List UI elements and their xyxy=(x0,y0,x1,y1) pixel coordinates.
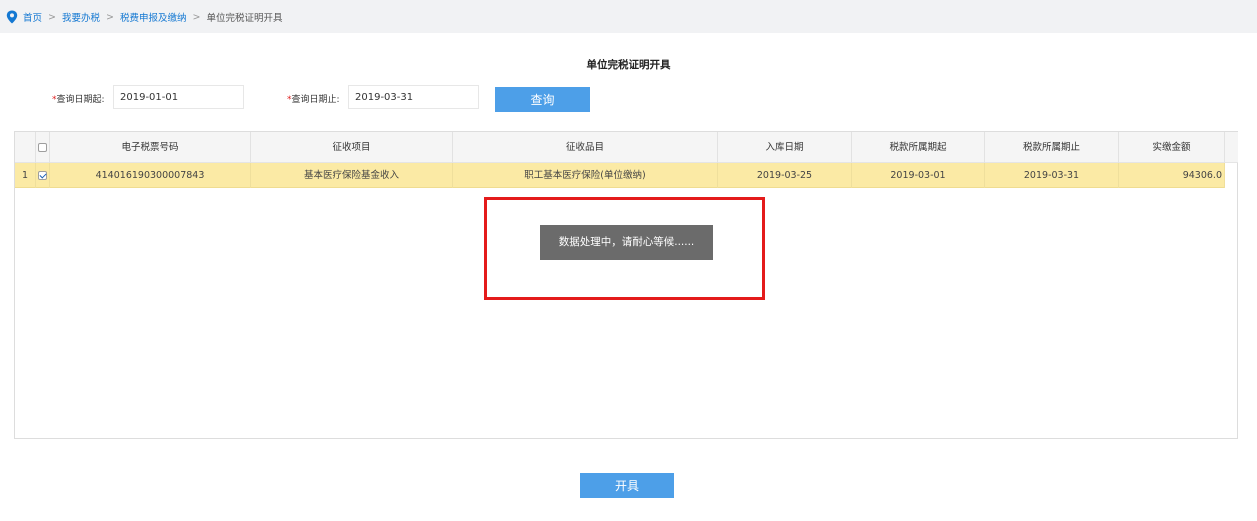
end-date-input[interactable] xyxy=(348,85,479,109)
start-date-label-text: 查询日期起: xyxy=(56,95,105,105)
column-header-levy-category[interactable]: 征收品目 xyxy=(453,132,718,163)
cell-ticket-number: 414016190300007843 xyxy=(50,163,251,188)
loading-toast: 数据处理中，请耐心等候...... xyxy=(540,225,713,260)
breadcrumb-separator: > xyxy=(192,11,201,23)
page-title: 单位完税证明开具 xyxy=(586,59,671,71)
cell-period-end: 2019-03-31 xyxy=(985,163,1119,188)
breadcrumb-separator: > xyxy=(48,11,56,23)
rownum-header xyxy=(15,132,36,163)
end-date-label: *查询日期止: xyxy=(287,92,340,105)
breadcrumb-separator: > xyxy=(106,11,114,23)
breadcrumb-declaration-link[interactable]: 税费申报及缴纳 xyxy=(120,10,187,24)
table-row[interactable]: 1 414016190300007843 基本医疗保险基金收入 职工基本医疗保险… xyxy=(15,163,1225,188)
issue-button[interactable]: 开具 xyxy=(580,473,674,498)
cell-levy-category: 职工基本医疗保险(单位缴纳) xyxy=(453,163,718,188)
cell-amount: 94306.0 xyxy=(1119,163,1225,188)
start-date-label: *查询日期起: xyxy=(52,92,105,105)
breadcrumb-current: 单位完税证明开具 xyxy=(206,13,283,24)
start-date-input[interactable] xyxy=(113,85,244,109)
row-select-cell xyxy=(36,163,50,188)
row-number: 1 xyxy=(15,163,36,188)
column-header-storage-date[interactable]: 入库日期 xyxy=(718,132,852,163)
column-header-ticket-number[interactable]: 电子税票号码 xyxy=(50,132,251,163)
select-all-cell xyxy=(36,132,50,163)
breadcrumb-home-link[interactable]: 首页 xyxy=(23,10,42,24)
checkbox-icon[interactable] xyxy=(38,143,47,152)
column-header-levy-item[interactable]: 征收项目 xyxy=(251,132,453,163)
location-pin-icon xyxy=(6,10,18,24)
cell-levy-item: 基本医疗保险基金收入 xyxy=(251,163,453,188)
column-header-period-start[interactable]: 税款所属期起 xyxy=(852,132,985,163)
cell-period-start: 2019-03-01 xyxy=(852,163,985,188)
breadcrumb-tax-service-link[interactable]: 我要办税 xyxy=(62,10,100,24)
breadcrumb: 首页 > 我要办税 > 税费申报及缴纳 > 单位完税证明开具 xyxy=(6,10,282,24)
table-header: 电子税票号码 征收项目 征收品目 入库日期 税款所属期起 税款所属期止 实缴金额 xyxy=(15,132,1225,163)
checkbox-checked-icon[interactable] xyxy=(38,171,47,180)
header-scrollbar-gap xyxy=(1225,132,1238,163)
breadcrumb-bar: 首页 > 我要办税 > 税费申报及缴纳 > 单位完税证明开具 xyxy=(0,0,1257,33)
column-header-period-end[interactable]: 税款所属期止 xyxy=(985,132,1119,163)
search-button[interactable]: 查询 xyxy=(495,87,590,112)
end-date-label-text: 查询日期止: xyxy=(291,95,340,105)
column-header-amount[interactable]: 实缴金额 xyxy=(1119,132,1225,163)
cell-storage-date: 2019-03-25 xyxy=(718,163,852,188)
